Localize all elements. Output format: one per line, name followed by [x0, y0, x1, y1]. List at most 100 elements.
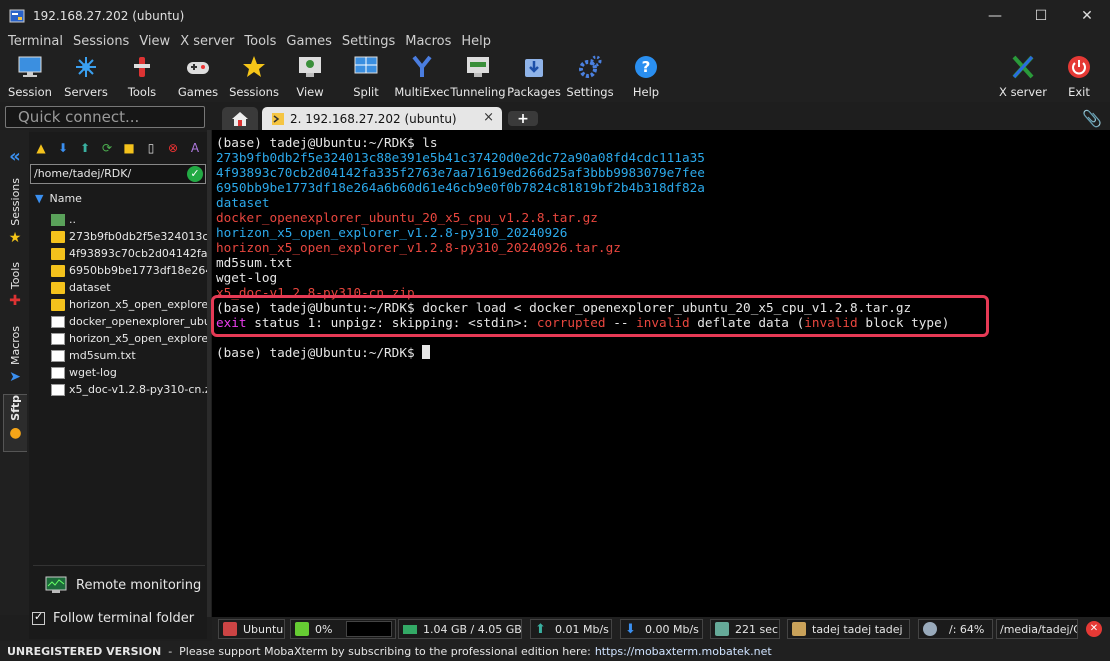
session-tab[interactable]: 2. 192.168.27.202 (ubuntu) ×: [262, 107, 502, 130]
file-name: 6950bb9be1773df18e264a6b60d61e46cb9e0f0b…: [69, 264, 207, 277]
divider: [33, 565, 205, 566]
view-icon: [297, 54, 323, 80]
tab-bar: 2. 192.168.27.202 (ubuntu) × + 📎: [212, 105, 1110, 130]
sftp-path-field[interactable]: /home/tadej/RDK/ ✓: [30, 164, 206, 184]
rename-icon[interactable]: A: [186, 139, 204, 157]
packages-button[interactable]: Packages: [506, 51, 562, 102]
tunneling-button[interactable]: Tunneling: [450, 51, 506, 102]
menu-x-server[interactable]: X server: [175, 34, 239, 49]
home-tab[interactable]: [222, 107, 258, 130]
terminal-output[interactable]: (base) tadej@Ubuntu:~/RDK$ ls 273b9fb0db2…: [212, 130, 1110, 617]
file-name: horizon_x5_open_explorer_v1.2.8-py310_20…: [69, 298, 207, 311]
folder-icon: [51, 247, 65, 260]
file-icon: [51, 366, 65, 379]
session-button[interactable]: Session: [2, 51, 58, 102]
cpu-graph: [346, 621, 393, 637]
minimize-button[interactable]: —: [972, 0, 1018, 31]
menu-sessions[interactable]: Sessions: [68, 34, 134, 49]
gear-icon: [577, 54, 603, 80]
tab-macros[interactable]: Macros ➤: [3, 326, 27, 392]
file-list-item[interactable]: horizon_x5_open_explorer_v1.2.8-py310_20…: [29, 330, 207, 347]
file-list-item[interactable]: 4f93893c70cb2d04142fa335f2763e7aa71619ed…: [29, 245, 207, 262]
download-arrow-icon: ⬇: [625, 622, 636, 637]
sort-arrow-icon: ▼: [35, 191, 44, 205]
unregistered-label: UNREGISTERED VERSION: [7, 644, 162, 658]
terminal-text: 273b9fb0db2f5e324013c88e391e5b41c37420d0…: [216, 150, 705, 165]
file-name: 4f93893c70cb2d04142fa335f2763e7aa71619ed…: [69, 247, 207, 260]
file-list-item[interactable]: docker_openexplorer_ubuntu_20_x5_cpu_v1.…: [29, 313, 207, 330]
file-icon: [51, 349, 65, 362]
monitor-chart-icon: [45, 576, 67, 593]
split-button[interactable]: Split: [338, 51, 394, 102]
collapse-panel-icon[interactable]: «: [3, 146, 27, 167]
games-button[interactable]: Games: [170, 51, 226, 102]
remote-monitoring-button[interactable]: Remote monitoring: [45, 576, 201, 594]
os-icon: [223, 622, 237, 636]
mobaxterm-link[interactable]: https://mobaxterm.mobatek.net: [595, 645, 772, 658]
file-list-item[interactable]: wget-log: [29, 364, 207, 381]
terminal-line: (base) tadej@Ubuntu:~/RDK$: [216, 345, 1110, 360]
panel-splitter[interactable]: [207, 130, 211, 617]
file-list-item[interactable]: 273b9fb0db2f5e324013c88e391e5b41c37420d0…: [29, 228, 207, 245]
servers-button[interactable]: Servers: [58, 51, 114, 102]
file-name: dataset: [69, 281, 111, 294]
quick-connect-input[interactable]: Quick connect...: [5, 106, 205, 128]
file-list-header[interactable]: ▼ Name: [29, 187, 207, 209]
sessions-button[interactable]: Sessions: [226, 51, 282, 102]
menu-terminal[interactable]: Terminal: [3, 34, 68, 49]
file-list-item[interactable]: dataset: [29, 279, 207, 296]
upload-icon[interactable]: ⬆: [76, 139, 94, 157]
folder-icon: [51, 298, 65, 311]
terminal-line: docker_openexplorer_ubuntu_20_x5_cpu_v1.…: [216, 210, 1110, 225]
tab-tools[interactable]: Tools ✚: [3, 262, 27, 320]
folder-icon: [51, 264, 65, 277]
close-tab-icon[interactable]: ×: [483, 110, 494, 125]
menu-tools[interactable]: Tools: [239, 34, 281, 49]
packages-icon: [521, 54, 547, 80]
disk-icon: [923, 622, 937, 636]
file-list-item[interactable]: x5_doc-v1.2.8-py310-cn.zip: [29, 381, 207, 398]
tab-sftp[interactable]: Sftp ●: [3, 394, 27, 452]
confirm-path-icon[interactable]: ✓: [187, 166, 203, 182]
home-icon: [232, 111, 248, 126]
refresh-icon[interactable]: ⟳: [98, 139, 116, 157]
new-tab-button[interactable]: +: [508, 111, 538, 127]
download-icon[interactable]: ⬇: [54, 139, 72, 157]
menu-settings[interactable]: Settings: [337, 34, 400, 49]
tab-sessions[interactable]: Sessions ★: [3, 178, 27, 256]
user-icon: [792, 622, 806, 636]
new-folder-icon[interactable]: ■: [120, 139, 138, 157]
menu-help[interactable]: Help: [456, 34, 496, 49]
terminal-text: 4f93893c70cb2d04142fa335f2763e7aa71619ed…: [216, 165, 705, 180]
delete-icon[interactable]: ⊗: [164, 139, 182, 157]
paperclip-icon[interactable]: 📎: [1082, 109, 1102, 128]
menu-view[interactable]: View: [134, 34, 175, 49]
help-button[interactable]: ? Help: [618, 51, 674, 102]
parent-dir-icon: [51, 213, 65, 226]
tools-button[interactable]: Tools: [114, 51, 170, 102]
status-upload: ⬆ 0.01 Mb/s: [530, 619, 612, 639]
terminal-text: (base) tadej@Ubuntu:~/RDK$: [216, 345, 423, 360]
maximize-button[interactable]: ☐: [1018, 0, 1064, 31]
file-list-item[interactable]: horizon_x5_open_explorer_v1.2.8-py310_20…: [29, 296, 207, 313]
terminal-text: horizon_x5_open_explorer_v1.2.8-py310_20…: [216, 225, 568, 240]
new-file-icon[interactable]: ▯: [142, 139, 160, 157]
x-server-button[interactable]: X server: [995, 51, 1051, 102]
exit-button[interactable]: Exit: [1051, 51, 1107, 102]
menu-games[interactable]: Games: [281, 34, 336, 49]
view-button[interactable]: View: [282, 51, 338, 102]
cpu-icon: [295, 622, 309, 636]
settings-button[interactable]: Settings: [562, 51, 618, 102]
file-list: .. 273b9fb0db2f5e324013c88e391e5b41c37420…: [29, 211, 207, 398]
file-list-item[interactable]: md5sum.txt: [29, 347, 207, 364]
file-list-item[interactable]: 6950bb9be1773df18e264a6b60d61e46cb9e0f0b…: [29, 262, 207, 279]
memory-icon: [403, 624, 417, 634]
menu-macros[interactable]: Macros: [400, 34, 456, 49]
checkbox-checked[interactable]: [32, 610, 45, 625]
close-window-button[interactable]: ✕: [1064, 0, 1110, 31]
file-list-item[interactable]: ..: [29, 211, 207, 228]
parent-folder-icon[interactable]: ▲: [32, 139, 50, 157]
status-close-icon[interactable]: ✕: [1082, 619, 1106, 639]
multiexec-button[interactable]: MultiExec: [394, 51, 450, 102]
follow-terminal-folder-checkbox[interactable]: Follow terminal folder: [32, 610, 194, 626]
